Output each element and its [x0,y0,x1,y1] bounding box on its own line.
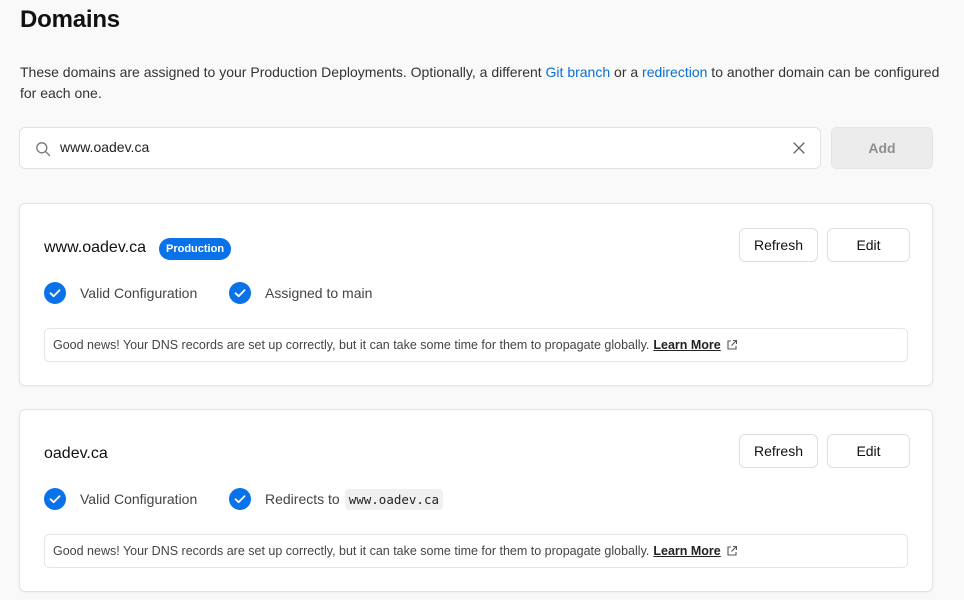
external-link-icon [727,545,737,556]
page-title: Domains [20,6,120,33]
edit-button[interactable]: Edit [827,434,910,468]
refresh-button[interactable]: Refresh [739,434,818,468]
search-value[interactable]: www.oadev.ca [60,139,149,155]
valid-configuration-status: Valid Configuration [44,487,197,511]
learn-more-link[interactable]: Learn More [653,544,737,558]
external-link-icon [727,339,737,350]
notice-text: Good news! Your DNS records are set up c… [53,544,650,558]
page-description: These domains are assigned to your Produ… [20,62,940,104]
redirection-link[interactable]: redirection [642,64,707,80]
domain-card-www-oadev-ca: www.oadev.ca Production Refresh Edit Val… [19,203,933,386]
status-label: Valid Configuration [80,491,198,507]
status-label: Valid Configuration [80,285,198,301]
domain-name[interactable]: www.oadev.ca [44,239,146,257]
description-middle: or a [610,64,643,80]
assigned-branch-status: Assigned to main [229,281,372,305]
dns-notice: Good news! Your DNS records are set up c… [44,328,908,362]
check-circle-icon [44,282,66,304]
production-badge: Production [159,238,232,260]
check-circle-icon [229,282,251,304]
learn-more-link[interactable]: Learn More [653,338,737,352]
edit-button[interactable]: Edit [827,228,910,262]
learn-more-label: Learn More [653,338,721,352]
close-icon[interactable] [792,141,806,155]
domain-card-oadev-ca: oadev.ca Refresh Edit Valid Configuratio… [19,409,933,592]
check-circle-icon [229,488,251,510]
valid-configuration-status: Valid Configuration [44,281,197,305]
git-branch-link[interactable]: Git branch [546,64,611,80]
add-button[interactable]: Add [831,127,933,169]
search-icon [36,142,51,157]
redirect-target: www.oadev.ca [344,488,444,510]
notice-text: Good news! Your DNS records are set up c… [53,338,650,352]
status-label: Assigned to main [265,285,373,301]
status-label: Redirects to [265,491,340,507]
dns-notice: Good news! Your DNS records are set up c… [44,534,908,568]
redirect-status: Redirects to www.oadev.ca [229,487,444,511]
domain-search-input[interactable]: www.oadev.ca [19,127,821,169]
learn-more-label: Learn More [653,544,721,558]
domain-name[interactable]: oadev.ca [44,445,108,463]
check-circle-icon [44,488,66,510]
refresh-button[interactable]: Refresh [739,228,818,262]
description-prefix: These domains are assigned to your Produ… [20,64,546,80]
